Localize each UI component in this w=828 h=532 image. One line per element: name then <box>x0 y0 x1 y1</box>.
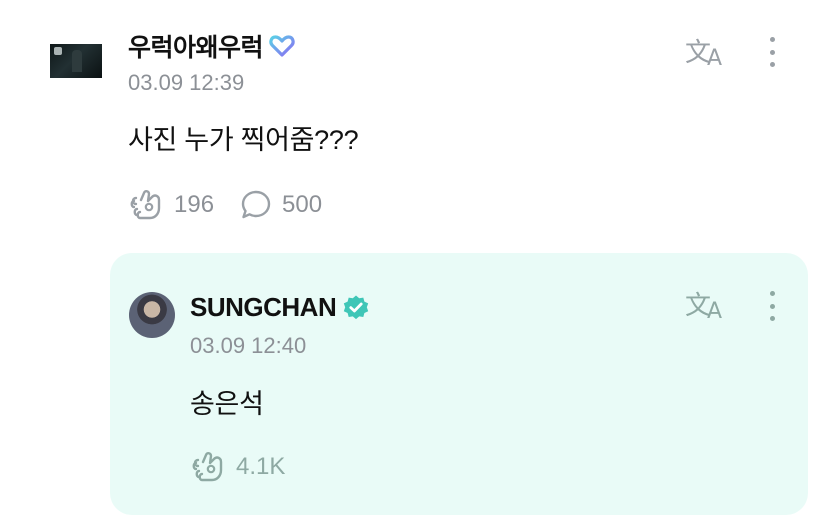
like-icon <box>128 188 164 222</box>
reply-timestamp: 03.09 12:40 <box>190 333 307 358</box>
translate-icon[interactable]: 文 A <box>684 34 728 68</box>
post-actions: 196 500 <box>128 188 322 222</box>
verified-badge-icon <box>342 294 370 322</box>
reply-more-vertical-icon[interactable] <box>768 291 776 321</box>
comment-count: 500 <box>282 191 323 218</box>
comment-bubble-icon <box>240 189 272 221</box>
reply-like-count: 4.1K <box>236 453 286 480</box>
comment-button[interactable]: 500 <box>240 189 322 221</box>
reply-text: 송은석 <box>190 389 264 419</box>
like-button[interactable]: 196 <box>128 188 214 222</box>
more-vertical-icon[interactable] <box>768 37 776 67</box>
heart-outline-badge-icon <box>269 34 295 58</box>
post-timestamp: 03.09 12:39 <box>128 70 245 95</box>
reply-translate-icon[interactable]: 文 A <box>684 287 728 321</box>
reply-author-row: SUNGCHAN <box>190 292 370 323</box>
post-author-name[interactable]: 우럭아왜우럭 <box>128 28 264 64</box>
post-text: 사진 누가 찍어줌??? <box>128 125 359 155</box>
reply-like-button[interactable]: 4.1K <box>190 450 285 484</box>
svg-text:A: A <box>707 299 722 320</box>
post-author-row: 우럭아왜우럭 <box>128 28 295 64</box>
post-author-avatar[interactable] <box>50 44 102 78</box>
svg-text:A: A <box>707 46 722 67</box>
reply-like-icon <box>190 450 226 484</box>
reply-author-name[interactable]: SUNGCHAN <box>190 292 337 323</box>
like-count: 196 <box>174 191 215 218</box>
reply-author-avatar[interactable] <box>129 292 175 338</box>
